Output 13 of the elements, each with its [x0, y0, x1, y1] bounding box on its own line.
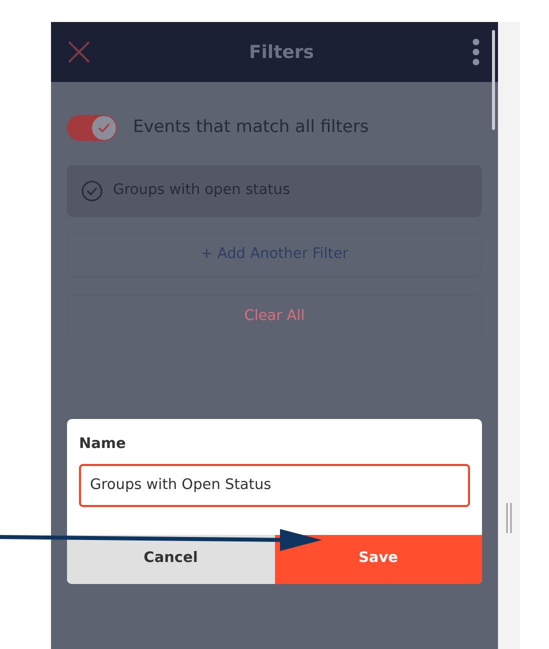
- clear-all-button[interactable]: Clear All: [67, 295, 482, 339]
- name-input[interactable]: Groups with Open Status: [79, 464, 470, 507]
- check-icon: [98, 123, 110, 133]
- toggle-label: Events that match all filters: [133, 116, 369, 140]
- save-button[interactable]: Save: [274, 534, 482, 584]
- more-menu-icon[interactable]: [472, 38, 480, 66]
- close-icon[interactable]: [67, 40, 91, 64]
- resize-handle-icon[interactable]: [506, 503, 512, 533]
- toggle-switch[interactable]: [67, 115, 117, 141]
- header-title: Filters: [248, 40, 314, 64]
- cancel-button[interactable]: Cancel: [67, 534, 274, 584]
- scrollbar[interactable]: [492, 30, 495, 130]
- name-label: Name: [79, 435, 127, 454]
